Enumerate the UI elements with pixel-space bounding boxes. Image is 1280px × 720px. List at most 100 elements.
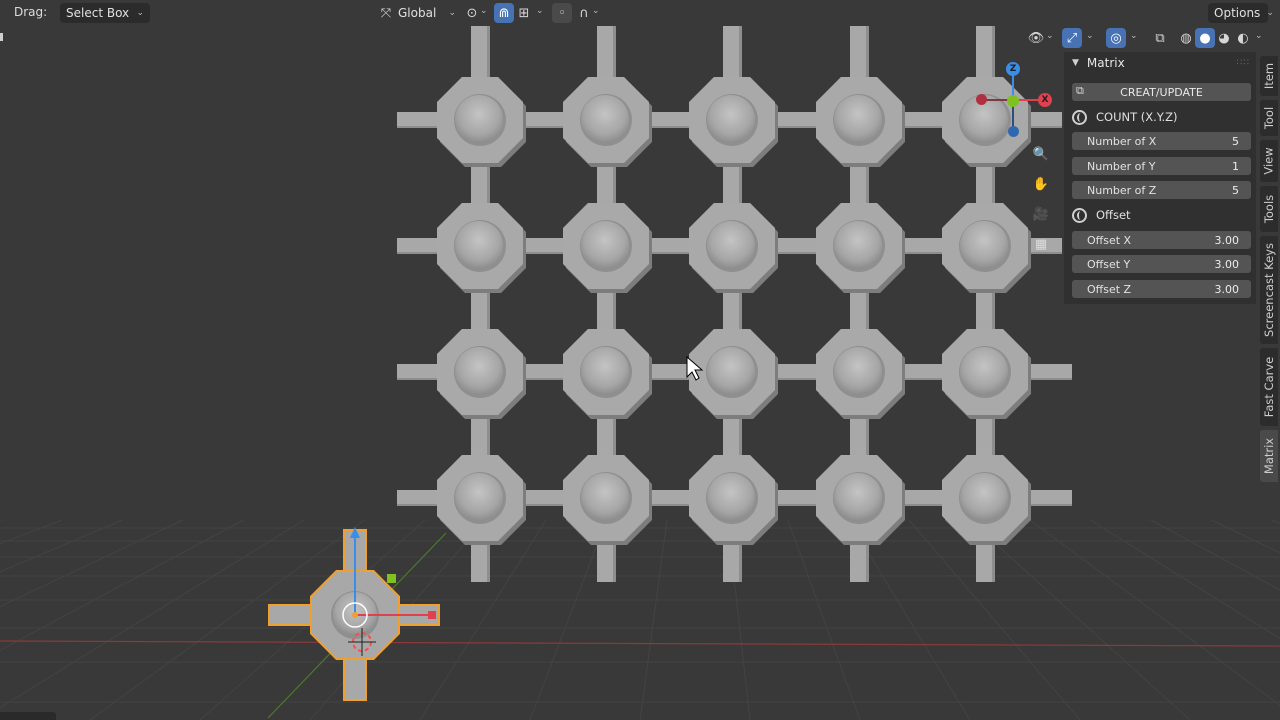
chevron-down-icon: ⌄ [136,8,144,18]
3d-viewport[interactable]: Drag: Select Box ⌄ ⤧ Global ⌄ ⊙ ⌄ ⋒ ⊞ ⌄ … [0,0,1280,720]
instance-dome [455,95,503,143]
snap-target-icon[interactable]: ⊞ [514,3,534,23]
wireframe-shading-icon[interactable]: ◍ [1176,28,1196,48]
pan-hand-icon[interactable]: ✋ [1030,173,1052,195]
count-label-text: COUNT (X.Y.Z) [1096,110,1178,124]
matrix-instance[interactable] [816,77,905,167]
gizmo-neg-x-axis[interactable] [976,94,987,105]
matrix-instance[interactable] [437,455,526,545]
tab-label: Item [1262,62,1276,90]
tab-item[interactable]: Item [1260,56,1278,96]
matrix-instance[interactable] [942,455,1031,545]
camera-view-icon[interactable]: 🎥 [1030,203,1052,225]
field-value: 1 [1232,159,1239,173]
matrix-instance[interactable] [942,329,1031,419]
instance-dome [960,347,1008,395]
instance-dome [707,221,755,269]
matrix-instance[interactable] [816,203,905,293]
tab-matrix[interactable]: Matrix [1260,430,1278,482]
tab-tools[interactable]: Tools [1260,186,1278,232]
offset-section-label: Offset [1072,205,1131,225]
matrix-instance[interactable] [563,329,652,419]
matrix-instance[interactable] [563,77,652,167]
orientation-dropdown[interactable]: Global ⌄ [392,3,462,23]
gizmo-z-axis[interactable]: Z [1006,62,1020,76]
panel-header[interactable]: ▼ Matrix ∷∷ [1064,52,1256,74]
field-value: 3.00 [1214,257,1240,271]
collapse-triangle-icon[interactable]: ▼ [1072,58,1079,68]
globe-icon [1072,109,1087,125]
chevron-down-icon: ⌄ [536,6,544,16]
instance-dome [960,473,1008,521]
chevron-down-icon: ⌄ [1255,31,1263,41]
tab-label: Screencast Keys [1262,243,1276,337]
matrix-instance[interactable] [563,203,652,293]
offset-label-text: Offset [1096,208,1131,222]
material-shading-icon[interactable]: ◕ [1214,28,1234,48]
pivot-point-icon[interactable]: ⊙ [462,3,482,23]
gizmo-toggle-icon[interactable]: ⤢ [1062,28,1082,48]
grid-line [0,519,184,608]
tab-screencast-keys[interactable]: Screencast Keys [1260,236,1278,344]
chevron-down-icon: ⌄ [592,6,600,16]
xray-toggle-icon[interactable]: ⧉ [1150,28,1170,48]
matrix-instance[interactable] [689,77,778,167]
overlays-toggle-icon[interactable]: ◎ [1106,28,1126,48]
zoom-icon[interactable]: 🔍 [1030,143,1052,165]
perspective-toggle-icon[interactable]: ▦ [1030,233,1052,255]
matrix-instance[interactable] [689,203,778,293]
tab-tool[interactable]: Tool [1260,100,1278,136]
matrix-instance[interactable] [816,329,905,419]
drag-label: Drag: [14,5,48,19]
options-dropdown[interactable]: Options ⌄ [1208,3,1274,23]
grid-line [0,519,2,522]
instance-dome [581,347,629,395]
tab-label: Fast Carve [1262,356,1277,418]
matrix-instance[interactable] [437,329,526,419]
gizmo-neg-z-axis[interactable] [1008,126,1019,137]
grid-line [529,519,607,720]
proportional-edit-icon[interactable]: ◦ [552,3,572,23]
tab-view[interactable]: View [1260,140,1278,182]
chevron-down-icon: ⌄ [448,8,456,18]
select-mode-dropdown[interactable]: Select Box ⌄ [60,3,150,23]
matrix-instance[interactable] [437,77,526,167]
matrix-instance[interactable] [816,455,905,545]
instance-dome [960,221,1008,269]
falloff-curve-icon[interactable]: ∩ [574,3,594,23]
number-of-z-field[interactable]: Number of Z 5 [1072,181,1251,199]
number-of-y-field[interactable]: Number of Y 1 [1072,157,1251,175]
create-update-label: CREAT/UPDATE [1120,85,1203,99]
offset-y-field[interactable]: Offset Y 3.00 [1072,255,1251,273]
instance-dome [707,95,755,143]
field-value: 3.00 [1214,282,1240,296]
instance-dome [455,347,503,395]
rendered-shading-icon[interactable]: ◐ [1233,28,1253,48]
matrix-instance[interactable] [689,455,778,545]
matrix-instance[interactable] [563,455,652,545]
field-label: Number of Y [1087,159,1156,173]
offset-x-field[interactable]: Offset X 3.00 [1072,231,1251,249]
grid-line [1150,519,1280,591]
selected-object[interactable] [268,527,440,701]
region-edge-marker [0,33,3,41]
matrix-instance[interactable] [689,329,778,419]
status-corner [0,712,56,720]
create-update-button[interactable]: ⧉ CREAT/UPDATE [1072,83,1251,101]
matrix-instance[interactable] [942,203,1031,293]
drag-grip-icon[interactable]: ∷∷ [1237,58,1250,68]
gizmo-y-axis[interactable] [1007,95,1019,107]
matrix-instance[interactable] [437,203,526,293]
solid-shading-icon[interactable]: ● [1195,28,1215,48]
tab-label: Matrix [1262,437,1276,475]
snap-toggle-icon[interactable]: ⋒ [494,3,514,23]
visibility-eye-icon[interactable]: 👁 [1026,28,1046,48]
grid-line [0,519,305,709]
gizmo-x-axis[interactable]: X [1038,93,1052,107]
number-of-x-field[interactable]: Number of X 5 [1072,132,1251,150]
tab-fast-carve[interactable]: Fast Carve [1260,348,1278,426]
select-mode-value: Select Box [66,6,130,20]
offset-z-field[interactable]: Offset Z 3.00 [1072,280,1251,298]
instance-dome [455,473,503,521]
field-value: 3.00 [1214,233,1240,247]
